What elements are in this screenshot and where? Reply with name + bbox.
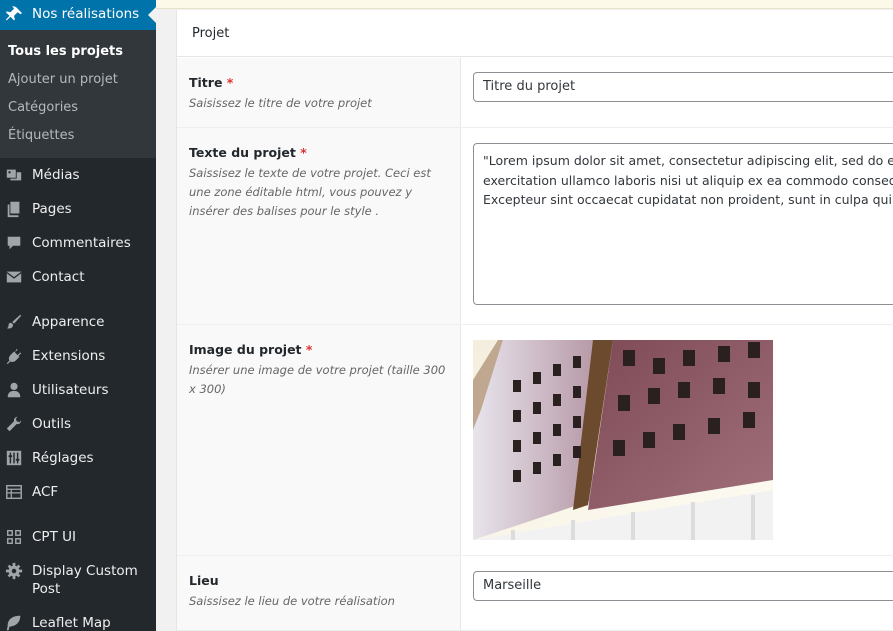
field-label-col: Lieu Saissisez le lieu de votre réalisat… <box>177 556 461 630</box>
gear-icon <box>5 562 23 580</box>
pin-icon <box>5 6 23 24</box>
submenu-ajouter-un-projet[interactable]: Ajouter un projet <box>8 72 118 87</box>
field-description: Saisissez le titre de votre projet <box>189 96 372 110</box>
submenu-nos-realisations: Tous les projets Ajouter un projet Catég… <box>0 30 156 158</box>
field-row-texte-du-projet: Texte du projet * Saissisez le texte de … <box>177 128 893 325</box>
settings-sliders-icon <box>5 449 23 467</box>
menu-label: Utilisateurs <box>32 382 109 398</box>
user-icon <box>5 381 23 399</box>
submenu-categories[interactable]: Catégories <box>8 100 78 115</box>
comments-icon <box>5 234 23 252</box>
menu-label: Réglages <box>32 450 94 466</box>
menu-label: Contact <box>32 269 85 285</box>
submenu-tous-les-projets[interactable]: Tous les projets <box>8 44 123 59</box>
required-marker: * <box>226 75 234 90</box>
admin-sidebar: Nos réalisations Tous les projets Ajoute… <box>0 0 156 631</box>
project-image[interactable] <box>473 340 773 540</box>
menu-label: Nos réalisations <box>32 6 140 22</box>
submenu-etiquettes[interactable]: Étiquettes <box>8 128 74 143</box>
required-marker: * <box>305 342 313 357</box>
acf-grid-icon <box>5 483 23 501</box>
plugin-icon <box>5 347 23 365</box>
menu-nos-realisations[interactable]: Nos réalisations <box>0 0 156 30</box>
brush-icon <box>5 313 23 331</box>
pages-icon <box>5 200 23 218</box>
field-label: Texte du projet * <box>189 145 307 160</box>
wrench-icon <box>5 415 23 433</box>
projet-metabox: Projet Titre * Saisissez le titre de vot… <box>176 10 893 631</box>
metabox-title: Projet <box>192 26 230 41</box>
menu-label: Leaflet Map <box>32 615 111 631</box>
texte-du-projet-textarea[interactable]: "Lorem ipsum dolor sit amet, consectetur… <box>473 143 893 305</box>
field-label: Image du projet * <box>189 342 313 357</box>
field-label: Titre * <box>189 75 234 90</box>
menu-label: Pages <box>32 201 72 217</box>
required-marker: * <box>300 145 307 160</box>
metabox-header[interactable]: Projet <box>177 10 893 57</box>
field-label-col: Texte du projet * Saissisez le texte de … <box>177 128 461 324</box>
field-description: Insérer une image de votre projet (taill… <box>189 363 446 396</box>
current-menu-arrow <box>148 7 156 23</box>
menu-label: Display Custom Post <box>32 563 138 597</box>
field-label-col: Image du projet * Insérer une image de v… <box>177 325 461 555</box>
field-description: Saissisez le texte de votre projet. Ceci… <box>189 166 431 218</box>
menu-label: Extensions <box>32 348 106 364</box>
menu-label: Outils <box>32 416 72 432</box>
media-icon <box>5 166 23 184</box>
titre-input[interactable]: Titre du projet <box>473 72 893 102</box>
menu-label: Commentaires <box>32 235 131 251</box>
menu-label: Apparence <box>32 314 105 330</box>
field-row-titre: Titre * Saisissez le titre de votre proj… <box>177 58 893 128</box>
field-label-col: Titre * Saisissez le titre de votre proj… <box>177 58 461 127</box>
menu-label: CPT UI <box>32 529 76 545</box>
admin-notice-strip <box>156 0 893 9</box>
cptui-icon <box>5 528 23 546</box>
lieu-input[interactable]: Marseille <box>473 571 893 601</box>
menu-label: ACF <box>32 484 59 500</box>
menu-label: Médias <box>32 167 80 183</box>
leaf-icon <box>5 614 23 631</box>
mail-icon <box>5 268 23 286</box>
field-row-lieu: Lieu Saissisez le lieu de votre réalisat… <box>177 556 893 631</box>
field-label: Lieu <box>189 573 219 588</box>
field-row-image-du-projet: Image du projet * Insérer une image de v… <box>177 325 893 556</box>
field-description: Saissisez le lieu de votre réalisation <box>189 594 395 608</box>
